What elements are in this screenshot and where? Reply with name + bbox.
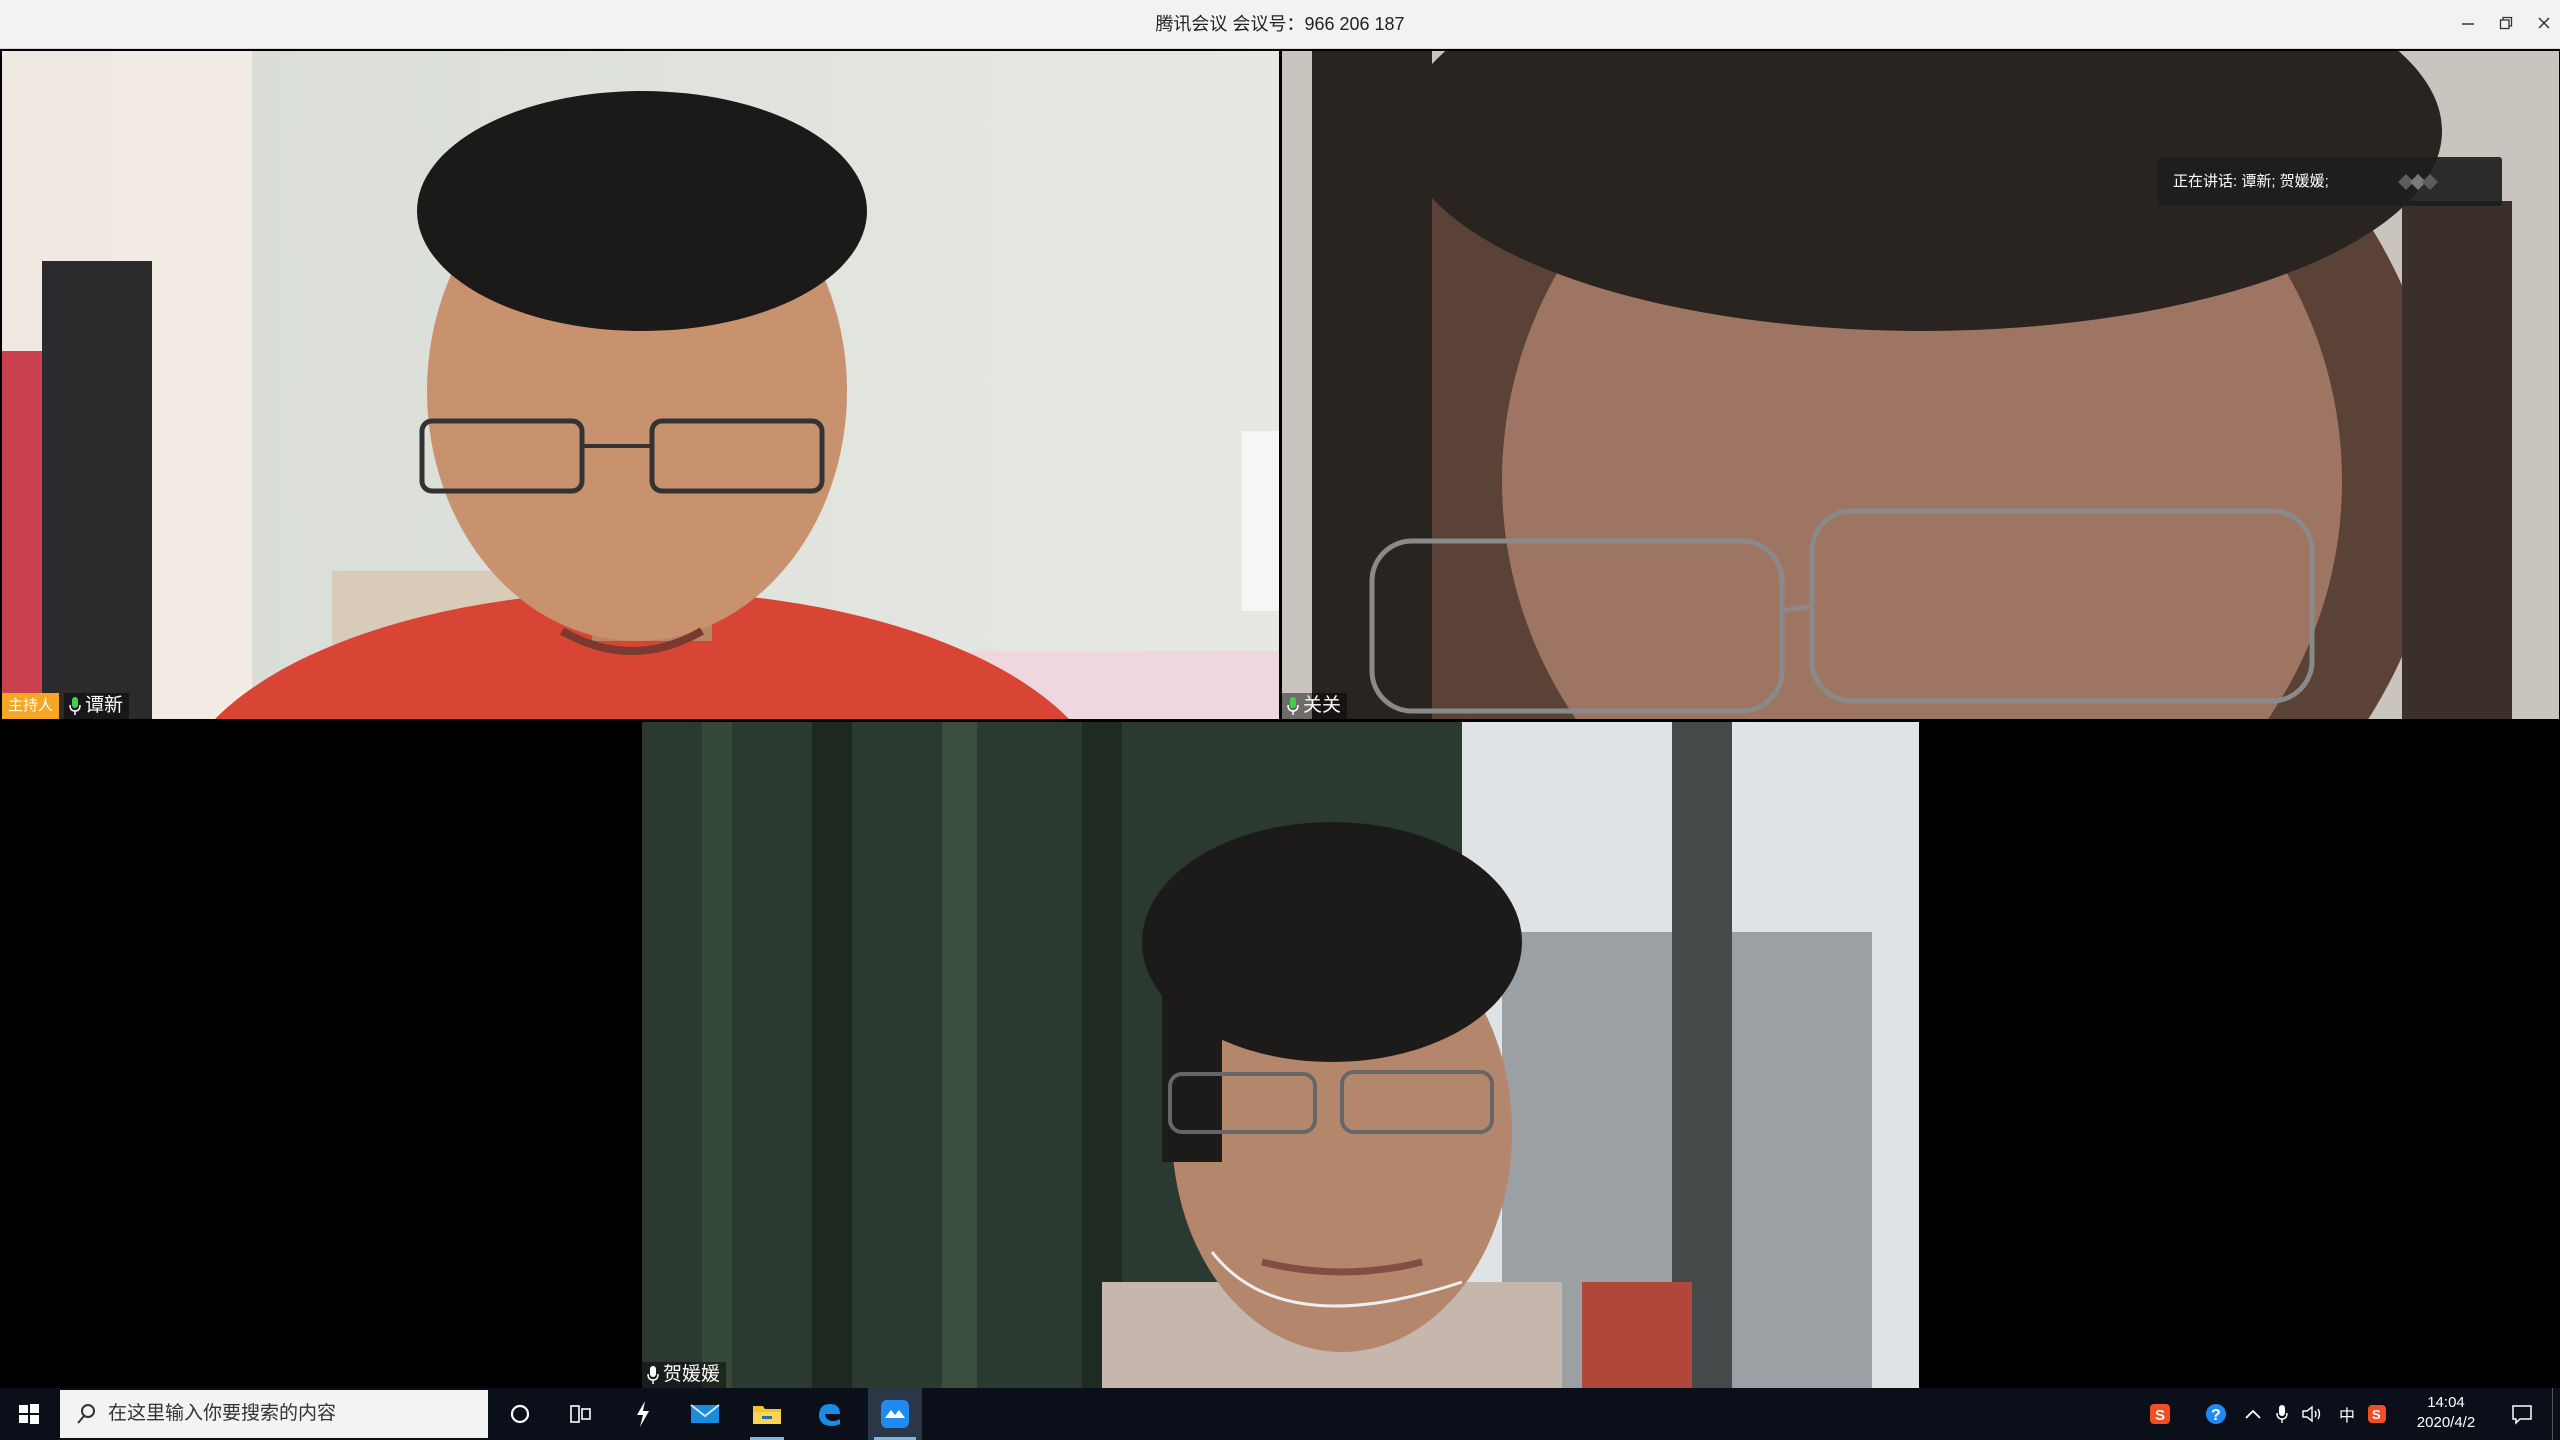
start-button[interactable] [0, 1388, 58, 1440]
video-tile-participant-2[interactable]: 正在讲话: 谭新; 贺媛媛; 关关 [1282, 51, 2559, 719]
volume-icon [2302, 1405, 2321, 1423]
mail-icon [690, 1404, 720, 1423]
sogou-icon: S [2368, 1405, 2386, 1423]
taskbar: 在这里输入你要搜索的内容 S ? 中 S 14:04 2020/4/2 [0, 1388, 2560, 1440]
window-title: 腾讯会议 会议号：966 206 187 [1155, 14, 1405, 34]
task-view-icon [570, 1405, 591, 1423]
minimize-icon [2462, 23, 2474, 25]
taskbar-app-tencent-meeting[interactable] [868, 1388, 922, 1440]
participant-name: 谭新 [85, 695, 124, 716]
taskbar-app-mail[interactable] [682, 1388, 728, 1440]
ime-label: 中 [2338, 1408, 2355, 1425]
tray-sogou-ime[interactable]: S [2142, 1388, 2178, 1440]
participant-video [1282, 51, 2559, 719]
microphone-icon [1287, 697, 1299, 715]
search-placeholder: 在这里输入你要搜索的内容 [108, 1403, 337, 1424]
clock-time: 14:04 [2427, 1394, 2465, 1411]
host-badge: 主持人 [2, 693, 60, 719]
taskbar-search-box[interactable]: 在这里输入你要搜索的内容 [60, 1390, 488, 1438]
tray-microphone[interactable] [2268, 1388, 2296, 1440]
participant-video [642, 722, 1919, 1388]
participant-name-tag: 谭新 [64, 693, 130, 719]
edge-browser-icon [819, 1404, 840, 1426]
notification-icon [2512, 1405, 2532, 1425]
search-icon [77, 1404, 95, 1424]
participant-name: 贺媛媛 [663, 1364, 721, 1385]
clock-date: 2020/4/2 [2416, 1414, 2476, 1431]
tray-volume[interactable] [2296, 1388, 2330, 1440]
tray-sogou-status[interactable]: S [2362, 1388, 2392, 1440]
show-desktop-button[interactable] [2552, 1388, 2560, 1440]
close-button[interactable] [2524, 0, 2560, 49]
audio-wave-icon [2398, 174, 2438, 190]
microphone-icon [2276, 1405, 2288, 1423]
tray-show-hidden[interactable] [2238, 1388, 2268, 1440]
taskbar-app-file-explorer[interactable] [744, 1388, 790, 1440]
svg-text:?: ? [2211, 1407, 2221, 1424]
lightning-icon [637, 1401, 649, 1427]
help-icon: ? [2206, 1404, 2226, 1424]
cortana-button[interactable] [500, 1388, 540, 1440]
taskbar-app-lightning[interactable] [620, 1388, 666, 1440]
participant-video [2, 51, 1279, 719]
title-bar: 腾讯会议 会议号：966 206 187 [0, 0, 2560, 49]
speaking-indicator: 正在讲话: 谭新; 贺媛媛; [2158, 157, 2502, 206]
speaking-text: 正在讲话: 谭新; 贺媛媛; [2173, 173, 2329, 190]
taskbar-clock[interactable]: 14:04 2020/4/2 [2390, 1388, 2502, 1440]
chevron-up-icon [2245, 1409, 2261, 1419]
svg-text:S: S [2372, 1407, 2381, 1422]
video-tile-host[interactable]: 主持人 谭新 [2, 51, 1279, 719]
close-icon [2538, 17, 2550, 29]
video-tile-participant-3[interactable]: 贺媛媛 [642, 722, 1919, 1388]
microphone-icon [69, 697, 81, 715]
task-view-button[interactable] [558, 1388, 604, 1440]
participant-name-tag: 关关 [1282, 693, 1348, 719]
windows-logo-icon [19, 1404, 39, 1424]
action-center-button[interactable] [2502, 1388, 2542, 1440]
restore-icon [2499, 16, 2513, 30]
cortana-icon [510, 1404, 530, 1424]
sogou-icon: S [2150, 1404, 2170, 1424]
microphone-icon [647, 1366, 659, 1384]
svg-text:S: S [2155, 1407, 2165, 1424]
folder-icon [753, 1406, 781, 1424]
minimize-button[interactable] [2448, 0, 2488, 49]
taskbar-app-edge[interactable] [806, 1388, 852, 1440]
participant-name-tag: 贺媛媛 [642, 1362, 727, 1388]
tray-help[interactable]: ? [2198, 1388, 2234, 1440]
tencent-meeting-icon [881, 1400, 909, 1428]
tray-input-mode[interactable]: 中 [2332, 1388, 2362, 1440]
participant-name: 关关 [1303, 695, 1342, 716]
restore-button[interactable] [2486, 0, 2526, 49]
